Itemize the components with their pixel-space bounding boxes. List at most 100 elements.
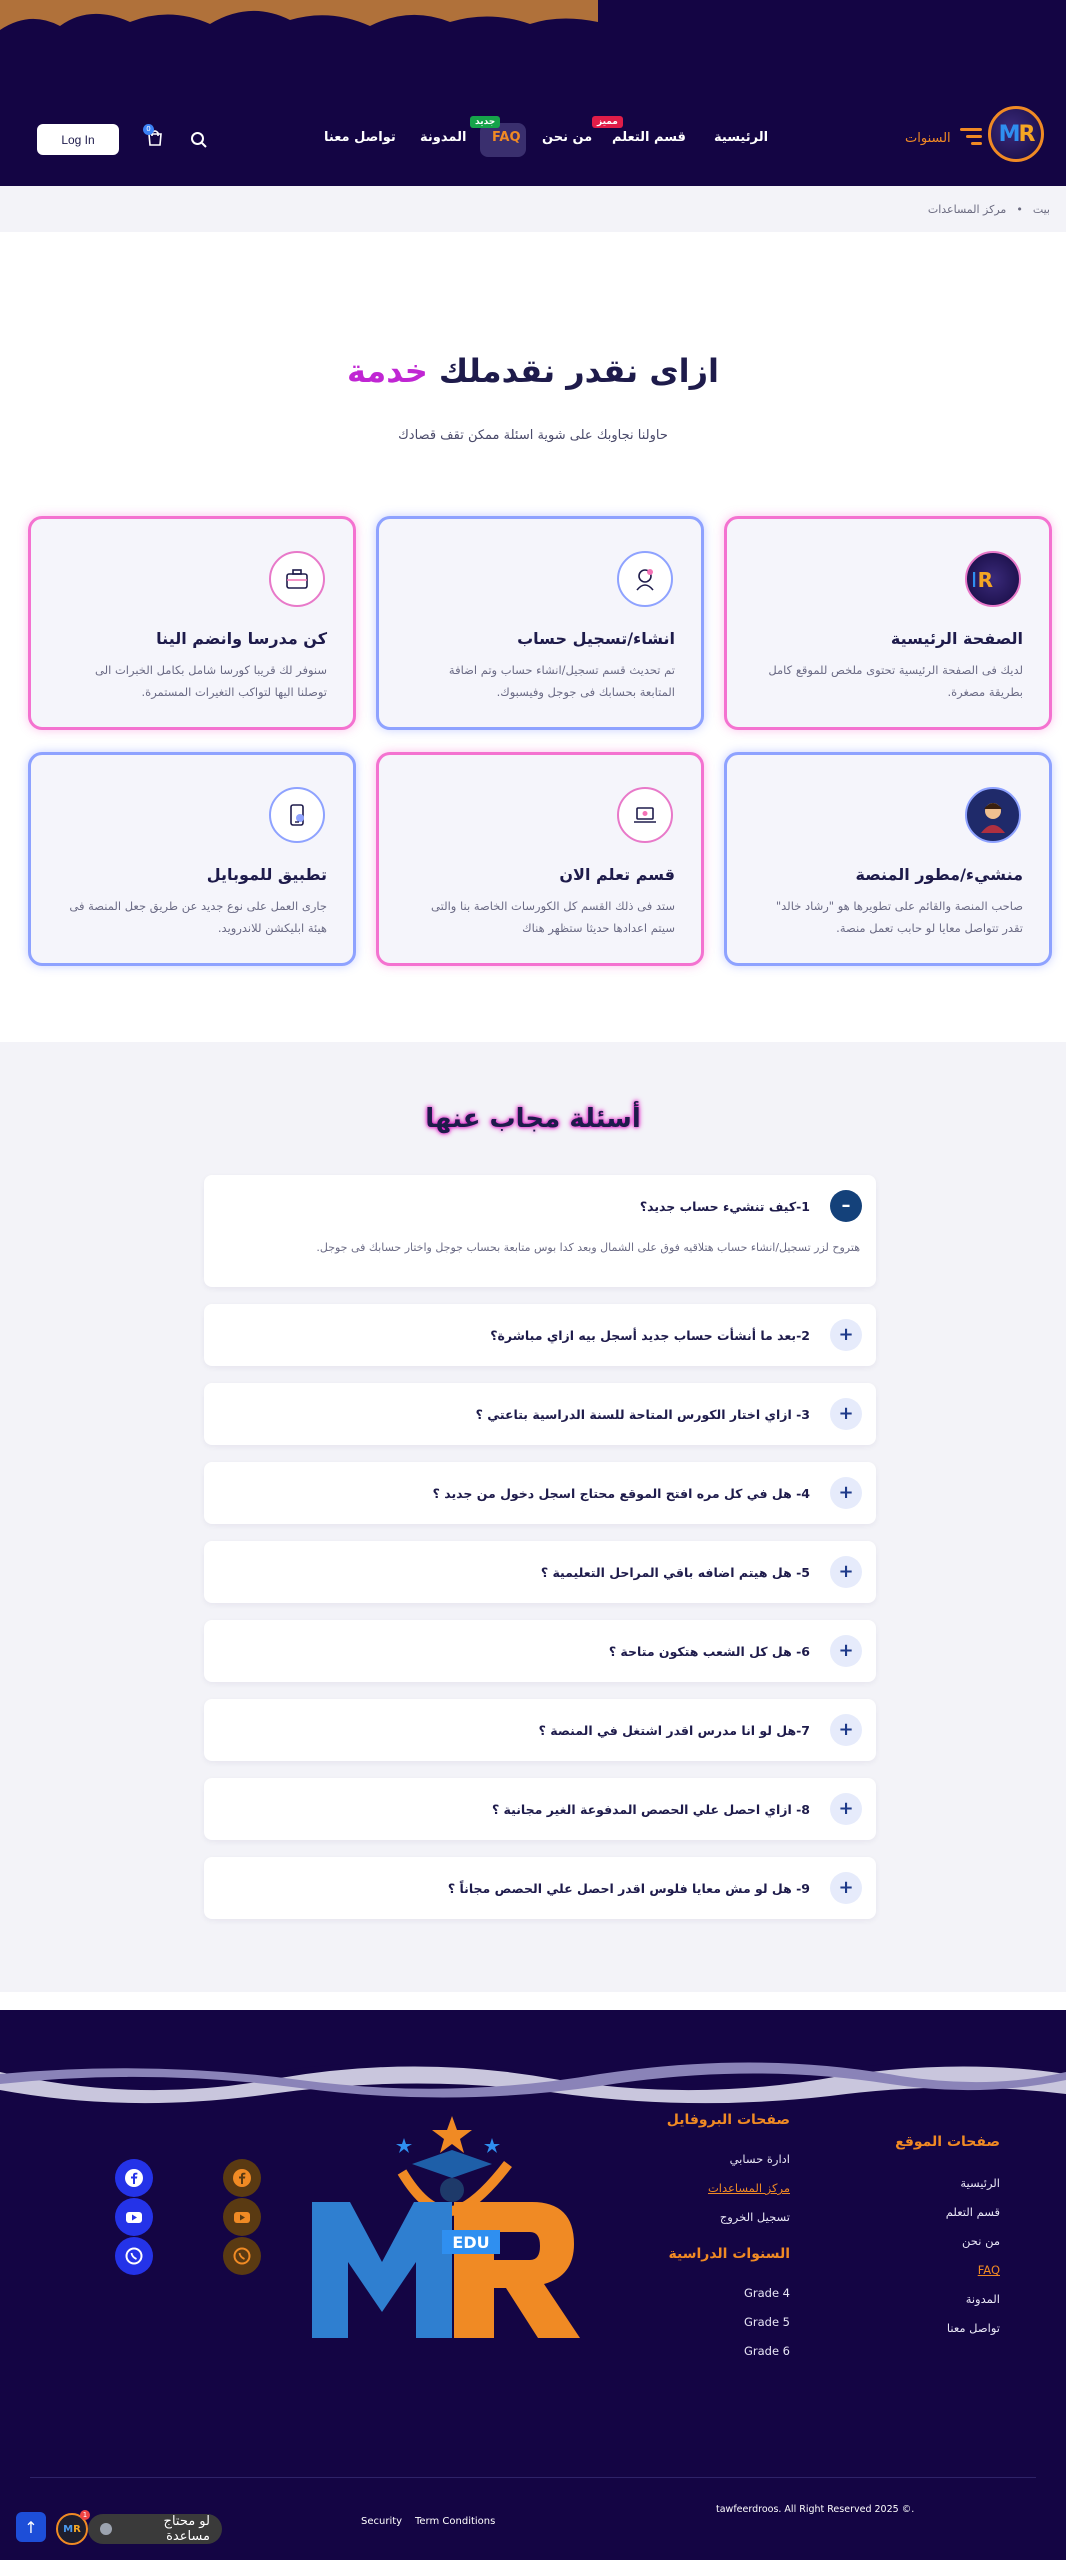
page-title: ازاى نقدر نقدملك خدمة xyxy=(0,352,1066,390)
faq-item[interactable]: – 1-كيف تنشيء حساب جديد؟ هتروح لزر تسجيل… xyxy=(204,1175,876,1287)
nav-about[interactable]: من نحن xyxy=(542,130,592,145)
footer-link-blog[interactable]: المدونة xyxy=(966,2292,1000,2306)
footer-link-home[interactable]: الرئيسية xyxy=(960,2176,1000,2190)
card-teacher[interactable]: كن مدرسا وانضم الينا سنوفر لك قريبا كورس… xyxy=(28,516,356,730)
help-label: لو محتاج مساعدة xyxy=(163,2514,210,2544)
footer-link-grade-4[interactable]: Grade 4 xyxy=(744,2286,790,2300)
youtube-icon[interactable] xyxy=(115,2198,153,2236)
faq-question[interactable]: 4- هل في كل مره افتح الموقع محتاج اسجل د… xyxy=(433,1486,810,1501)
card-description: صاحب المنصة والقائم على تطويرها هو "رشاد… xyxy=(775,899,1023,935)
search-icon[interactable] xyxy=(190,131,208,149)
plus-icon[interactable]: + xyxy=(830,1556,862,1588)
facebook-icon[interactable] xyxy=(223,2159,261,2197)
chat-icon xyxy=(100,2523,112,2535)
nav-contact[interactable]: تواصل معنا xyxy=(324,130,396,145)
footer-link-faq[interactable]: FAQ xyxy=(978,2263,1000,2277)
logo-r: R xyxy=(1018,121,1035,147)
card-title: كن مدرسا وانضم الينا xyxy=(156,629,327,648)
footer-link-account[interactable]: ادارة حسابي xyxy=(730,2152,790,2166)
faq-item[interactable]: + 8- ازاي احصل علي الحصص المدفوعة الغير … xyxy=(204,1778,876,1840)
card-title: منشيء/مطور المنصة xyxy=(855,865,1023,884)
breadcrumb-separator: • xyxy=(1016,203,1023,216)
footer-link-help-center[interactable]: مركز المساعدات xyxy=(708,2181,790,2195)
nav-blog[interactable]: المدونة xyxy=(420,130,466,145)
years-menu-link[interactable]: السنوات xyxy=(905,131,951,146)
faq-question[interactable]: 9- هل لو مش معايا فلوس اقدر احصل علي الح… xyxy=(448,1881,810,1896)
plus-icon[interactable]: + xyxy=(830,1635,862,1667)
faq-item[interactable]: + 4- هل في كل مره افتح الموقع محتاج اسجل… xyxy=(204,1462,876,1524)
security-link[interactable]: Security xyxy=(361,2516,402,2527)
faq-item[interactable]: + 3- ازاي اختار الكورس المتاحة للسنة الد… xyxy=(204,1383,876,1445)
plus-icon[interactable]: + xyxy=(830,1793,862,1825)
page-subtitle: حاولنا نجاوبك على شوية اسئلة ممكن تقف قص… xyxy=(398,428,668,443)
plus-icon[interactable]: + xyxy=(830,1319,862,1351)
faq-question[interactable]: 7-هل لو انا مدرس اقدر اشتغل في المنصة ؟ xyxy=(539,1723,810,1738)
faq-question[interactable]: 5- هل هيتم اضافه باقي المراحل التعليمية … xyxy=(541,1565,810,1580)
whatsapp-icon[interactable] xyxy=(223,2237,261,2275)
plus-icon[interactable]: + xyxy=(830,1714,862,1746)
plus-icon[interactable]: + xyxy=(830,1398,862,1430)
youtube-icon[interactable] xyxy=(223,2198,261,2236)
faq-question[interactable]: 2-بعد ما أنشأت حساب جديد أسجل بيه ازاي م… xyxy=(490,1328,810,1343)
footer-link-about[interactable]: من نحن xyxy=(962,2234,1000,2248)
faq-answer: هتروح لزر تسجيل/انشاء حساب هتلاقيه فوق ع… xyxy=(316,1241,860,1254)
terms-link[interactable]: Term Conditions xyxy=(415,2516,495,2527)
menu-icon[interactable] xyxy=(960,128,982,146)
card-home[interactable]: MR الصفحة الرئيسية لديك فى الصفحة الرئيس… xyxy=(724,516,1052,730)
breadcrumb-home[interactable]: بيت xyxy=(1033,203,1050,216)
logo-edu-text: EDU xyxy=(452,2233,489,2252)
faq-question[interactable]: 1-كيف تنشيء حساب جديد؟ xyxy=(640,1199,810,1214)
footer-link-grade-5[interactable]: Grade 5 xyxy=(744,2315,790,2329)
card-mobile-app[interactable]: تطبيق للموبايل جارى العمل على نوع جديد ع… xyxy=(28,752,356,966)
mobile-icon xyxy=(269,787,325,843)
breadcrumb-current: مركز المساعدات xyxy=(927,203,1007,216)
new-badge: جديد xyxy=(470,116,501,128)
card-account[interactable]: انشاء/تسجيل حساب تم تحديث قسم تسجيل/انشا… xyxy=(376,516,704,730)
faq-question[interactable]: 8- ازاي احصل علي الحصص المدفوعة الغير مج… xyxy=(492,1802,810,1817)
card-description: تم تحديث قسم تسجيل/انشاء حساب وتم اضافة … xyxy=(448,663,675,699)
card-description: سنوفر لك قريبا كورسا شامل بكامل الخبرات … xyxy=(95,663,327,699)
plus-icon[interactable]: + xyxy=(830,1477,862,1509)
card-title: تطبيق للموبايل xyxy=(206,865,327,884)
featured-badge: مميز xyxy=(592,116,623,128)
briefcase-icon xyxy=(269,551,325,607)
footer-link-contact[interactable]: تواصل معنا xyxy=(947,2321,1000,2335)
avatar-m: M xyxy=(63,2523,74,2535)
help-notification-badge: 1 xyxy=(80,2510,90,2520)
minus-icon[interactable]: – xyxy=(830,1190,862,1222)
svg-text:M: M xyxy=(973,568,977,592)
logo-m: M xyxy=(998,121,1021,147)
help-chat-widget[interactable]: لو محتاج مساعدة xyxy=(88,2514,222,2544)
card-learn-now[interactable]: قسم تعلم الان ستد فى ذلك القسم كل الكورس… xyxy=(376,752,704,966)
footer-link-logout[interactable]: تسجيل الخروج xyxy=(720,2210,790,2224)
scroll-to-top-button[interactable]: ↑ xyxy=(16,2512,46,2542)
nav-faq[interactable]: FAQ xyxy=(492,130,521,145)
faq-question[interactable]: 3- ازاي اختار الكورس المتاحة للسنة الدرا… xyxy=(476,1407,810,1422)
footer-link-grade-6[interactable]: Grade 6 xyxy=(744,2344,790,2358)
site-header: MR السنوات الرئيسية قسم التعلم مميز من ن… xyxy=(0,0,1066,186)
arrow-up-icon: ↑ xyxy=(24,2517,38,2537)
footer-divider xyxy=(30,2477,1036,2478)
faq-item[interactable]: + 9- هل لو مش معايا فلوس اقدر احصل علي ا… xyxy=(204,1857,876,1919)
footer-top-band xyxy=(0,2010,1066,2060)
nav-home[interactable]: الرئيسية xyxy=(714,130,768,145)
faq-item[interactable]: + 6- هل كل الشعب هتكون متاحة ؟ xyxy=(204,1620,876,1682)
login-button[interactable]: Log In xyxy=(37,124,119,155)
footer-link-learning[interactable]: قسم التعلم xyxy=(946,2205,1000,2219)
faq-question[interactable]: 6- هل كل الشعب هتكون متاحة ؟ xyxy=(609,1644,810,1659)
footer-site-pages-title: صفحات الموقع xyxy=(895,2134,1000,2150)
faq-item[interactable]: + 2-بعد ما أنشأت حساب جديد أسجل بيه ازاي… xyxy=(204,1304,876,1366)
footer-profile-title: صفحات البروفايل xyxy=(666,2112,790,2128)
site-logo[interactable]: MR xyxy=(988,106,1044,162)
copyright-text: tawfeerdroos. All Right Reserved 2025 ©. xyxy=(716,2504,915,2515)
whatsapp-icon[interactable] xyxy=(115,2237,153,2275)
nav-learning[interactable]: قسم التعلم xyxy=(612,130,686,145)
plus-icon[interactable]: + xyxy=(830,1872,862,1904)
facebook-icon[interactable] xyxy=(115,2159,153,2197)
card-title: انشاء/تسجيل حساب xyxy=(517,629,675,648)
faq-item[interactable]: + 5- هل هيتم اضافه باقي المراحل التعليمي… xyxy=(204,1541,876,1603)
card-developer[interactable]: منشيء/مطور المنصة صاحب المنصة والقائم عل… xyxy=(724,752,1052,966)
card-title: الصفحة الرئيسية xyxy=(890,629,1023,648)
faq-item[interactable]: + 7-هل لو انا مدرس اقدر اشتغل في المنصة … xyxy=(204,1699,876,1761)
avatar-icon xyxy=(965,787,1021,843)
